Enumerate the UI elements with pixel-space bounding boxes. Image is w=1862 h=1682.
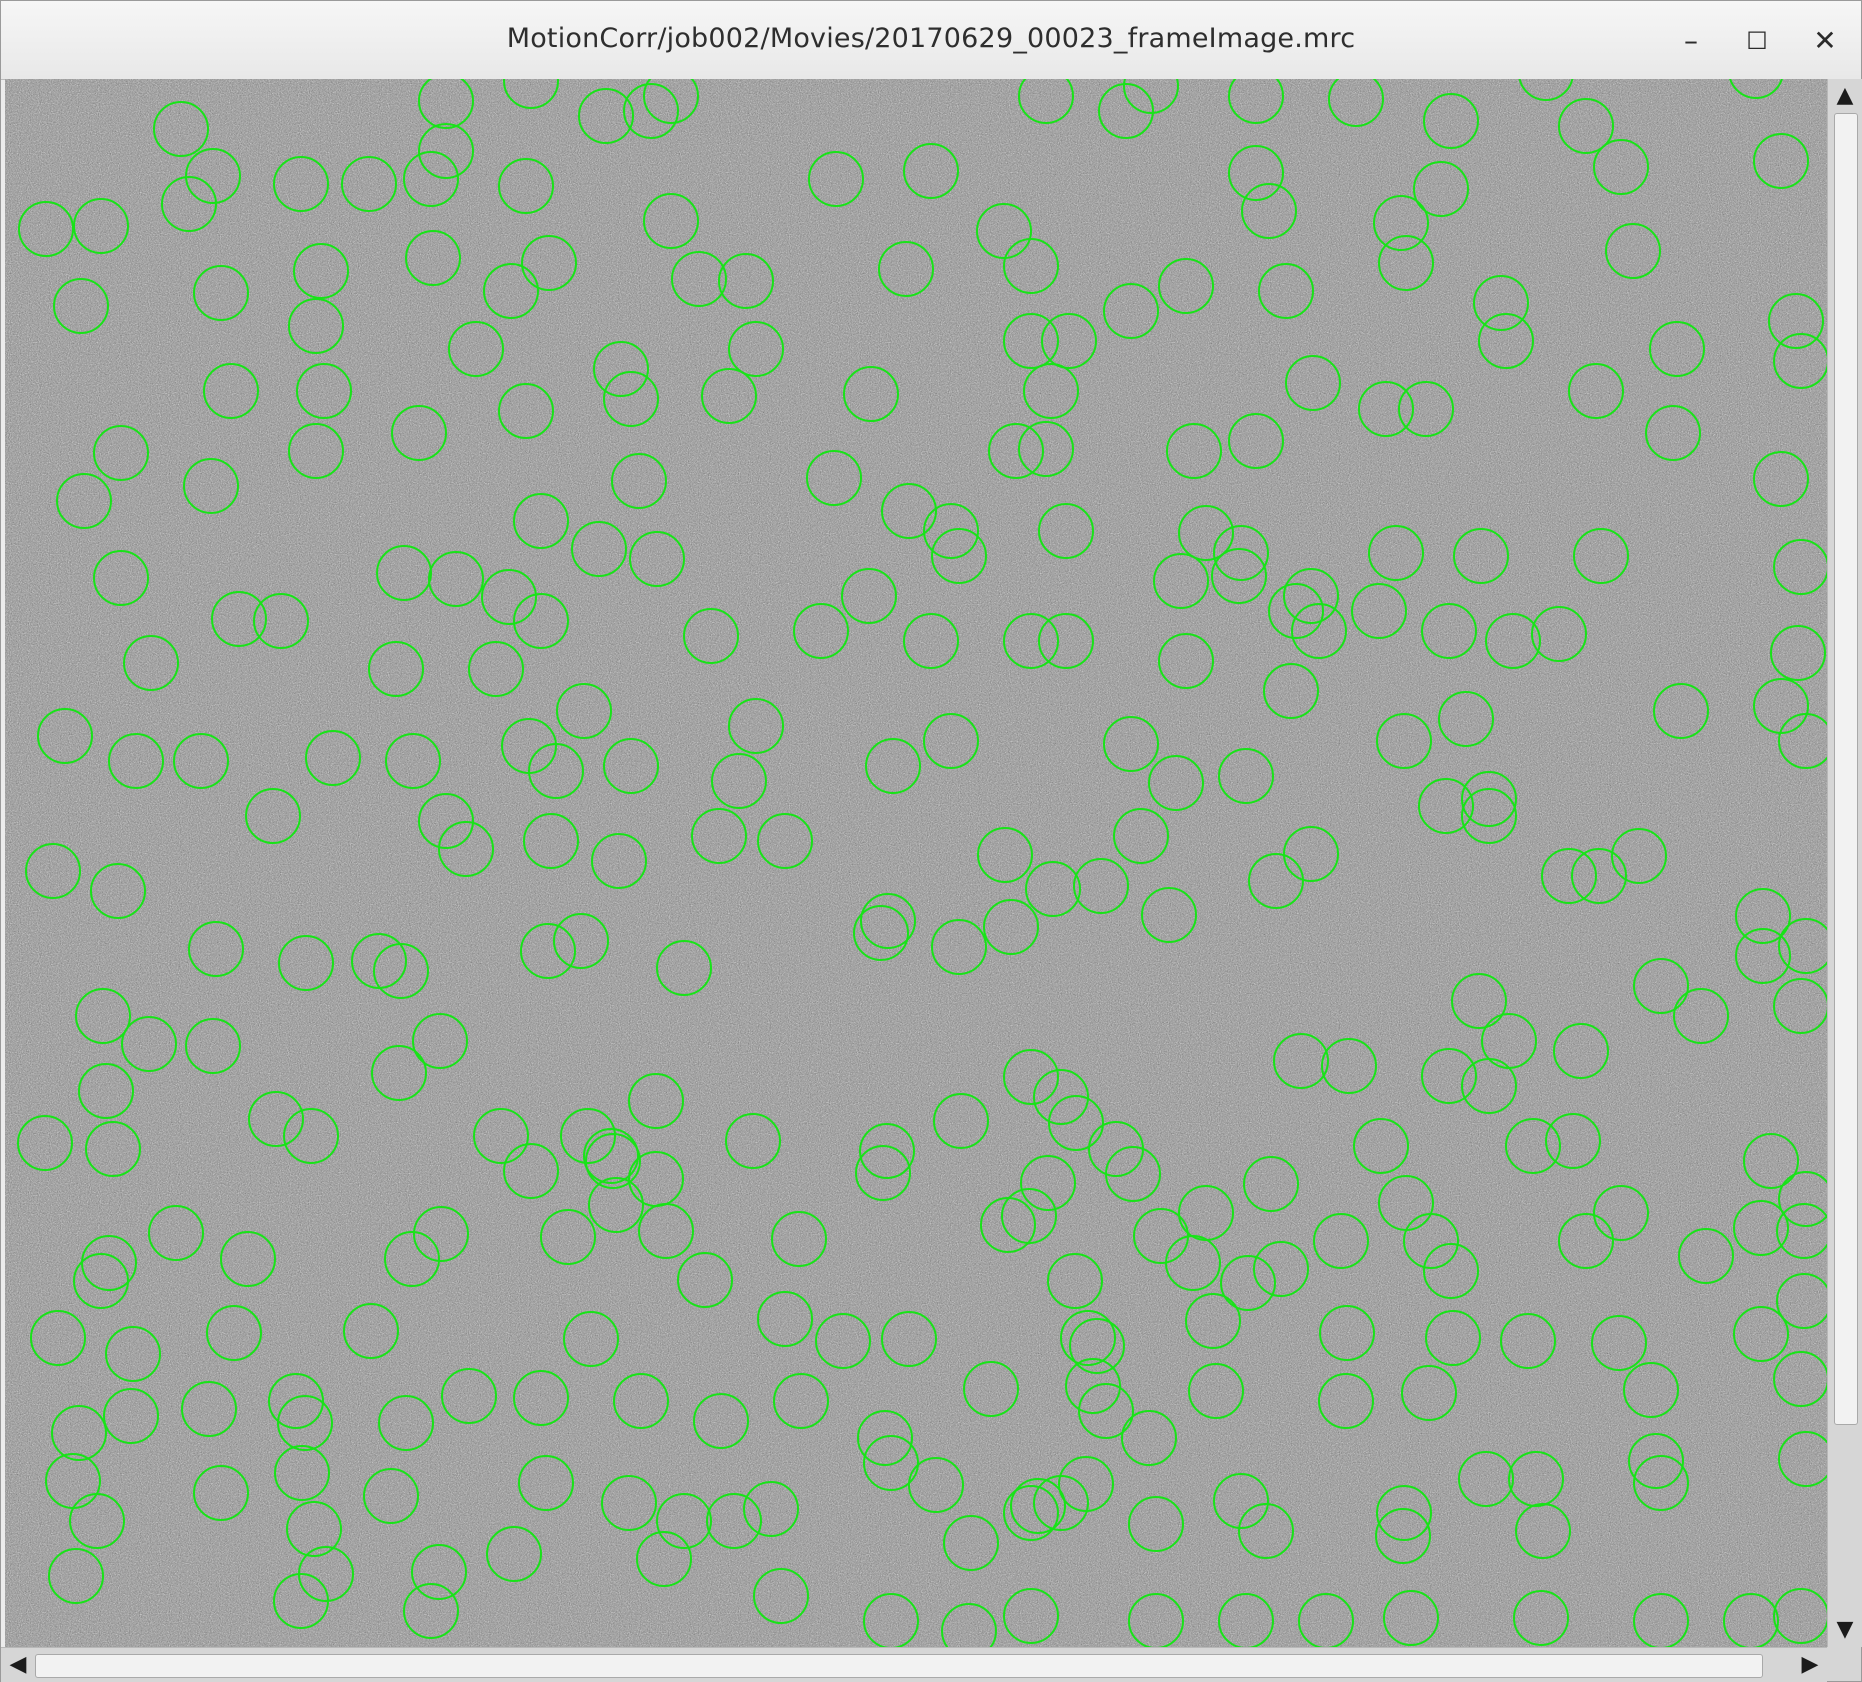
scroll-right-icon[interactable]: ▶ <box>1793 1648 1827 1682</box>
micrograph-image[interactable] <box>5 79 1827 1647</box>
micrograph-noise <box>5 79 1827 1647</box>
micrograph-viewport[interactable] <box>5 79 1827 1647</box>
minimize-icon[interactable]: – <box>1671 21 1711 61</box>
horizontal-scrollbar[interactable]: ◀ ▶ <box>1 1647 1827 1682</box>
maximize-icon[interactable]: ☐ <box>1737 21 1777 61</box>
image-viewer-window: MotionCorr/job002/Movies/20170629_00023_… <box>0 0 1862 1682</box>
horizontal-scroll-thumb[interactable] <box>35 1654 1763 1678</box>
scroll-down-icon[interactable]: ▼ <box>1828 1613 1862 1647</box>
vertical-scrollbar[interactable]: ▲ ▼ <box>1827 79 1862 1647</box>
close-icon[interactable]: ✕ <box>1805 21 1845 61</box>
title-bar[interactable]: MotionCorr/job002/Movies/20170629_00023_… <box>1 1 1861 80</box>
scroll-left-icon[interactable]: ◀ <box>1 1648 35 1682</box>
vertical-scroll-thumb[interactable] <box>1834 113 1858 1425</box>
scrollbar-corner <box>1827 1647 1861 1681</box>
scroll-up-icon[interactable]: ▲ <box>1828 79 1862 113</box>
window-title: MotionCorr/job002/Movies/20170629_00023_… <box>506 23 1356 54</box>
